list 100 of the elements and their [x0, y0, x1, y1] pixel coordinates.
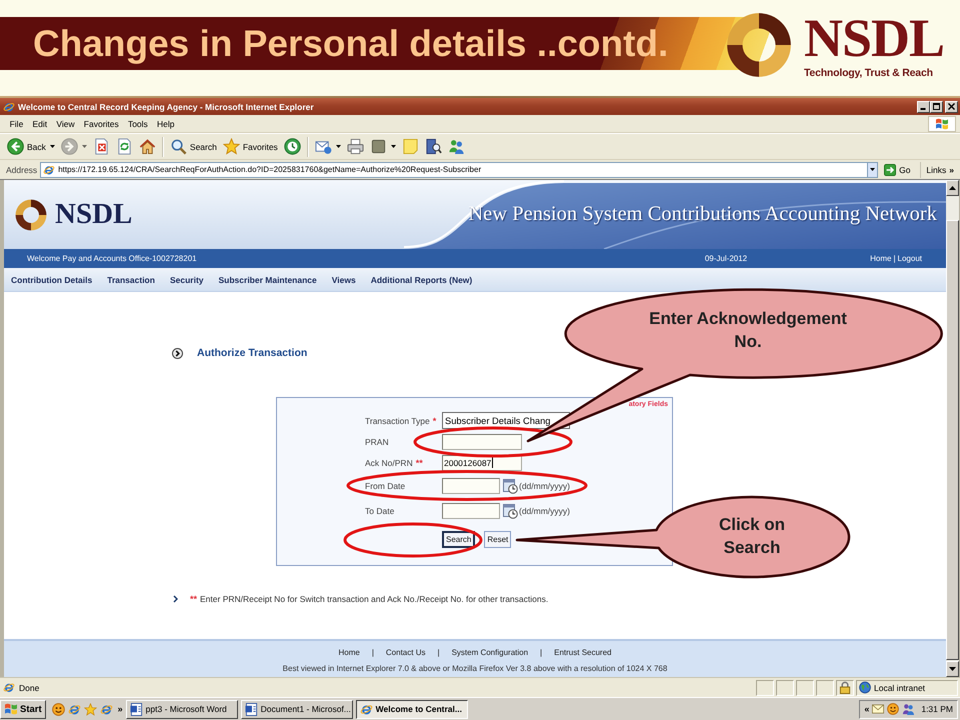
go-button[interactable]: Go	[881, 162, 914, 178]
callout-text: Enter Acknowledgement No.	[648, 308, 848, 353]
printer-icon	[346, 138, 364, 155]
menu-item[interactable]: File	[5, 118, 28, 128]
people-icon	[448, 138, 465, 155]
callout-text: Click on Search	[718, 514, 786, 559]
more-chevron[interactable]: »	[118, 704, 123, 714]
book-icon	[424, 138, 442, 155]
nav-item[interactable]: Security	[170, 274, 204, 284]
clock-icon	[284, 138, 301, 155]
links-button[interactable]: Links »	[920, 162, 957, 178]
date-text: 09-Jul-2012	[704, 254, 748, 263]
required-marker: **	[190, 594, 198, 604]
toolbar-button[interactable]: Favorites	[220, 136, 281, 158]
form-button[interactable]: Reset	[484, 531, 512, 548]
nav-item[interactable]: Contribution Details	[11, 274, 92, 284]
field-label: From Date	[365, 480, 406, 490]
people-icon	[902, 703, 914, 715]
smiley-icon	[887, 703, 900, 715]
site-brand: NSDL	[55, 198, 132, 231]
clock: 1:31 PM	[921, 704, 953, 714]
menu-item[interactable]: Favorites	[79, 118, 124, 128]
footer-link[interactable]: System Configuration	[452, 648, 528, 657]
footer-link[interactable]: Home	[338, 648, 360, 657]
envelope-icon	[872, 703, 884, 715]
toolbar-button[interactable]: Search	[166, 136, 220, 158]
nav-item[interactable]: Additional Reports (New)	[370, 274, 472, 284]
browser-icon	[100, 702, 113, 716]
close-icon	[948, 103, 955, 110]
taskbar-button[interactable]: ppt3 - Microsoft Word	[126, 700, 238, 718]
logo-icon	[726, 12, 792, 78]
dropdown-button[interactable]	[867, 162, 878, 178]
link-separator: |	[372, 648, 374, 657]
menu-item[interactable]: Tools	[123, 118, 152, 128]
close-button[interactable]	[945, 100, 958, 112]
browser-notice: Best viewed in Internet Explorer 7.0 & above or Mozilla Firefox Ver 3.8 above with a resolution of 1024 X 768	[282, 664, 668, 673]
maximize-button[interactable]	[930, 100, 943, 112]
caret-icon	[82, 145, 87, 148]
address-field[interactable]: https://172.19.65.124/CRA/SearchReqForAuthAction.do?ID=2025831760&getName=Authorize%20Request-Subscriber	[40, 162, 868, 178]
down-arrow-icon	[949, 667, 956, 671]
square-icon	[370, 138, 387, 155]
menu-item[interactable]: View	[52, 118, 80, 128]
brand-tagline: Technology, Trust & Reach	[804, 67, 933, 79]
menu-item[interactable]: Help	[152, 118, 180, 128]
nav-item[interactable]: Views	[332, 274, 356, 284]
tray-chevron[interactable]: «	[864, 704, 870, 714]
browser-icon	[43, 164, 56, 176]
field-label: Ack No/PRN	[365, 458, 413, 468]
field-label: PRAN	[365, 436, 389, 446]
toolbar-button[interactable]: Back	[4, 136, 58, 158]
address-label: Address	[6, 164, 38, 174]
status-text: Done	[19, 682, 40, 692]
smiley-icon	[52, 702, 65, 716]
welcome-text: Welcome Pay and Accounts Office-1002728201	[27, 254, 198, 263]
search-icon	[170, 138, 187, 155]
required-marker: *	[432, 416, 436, 426]
star-icon	[84, 702, 97, 716]
form-button[interactable]: Search	[442, 531, 476, 548]
date-field[interactable]	[442, 478, 500, 494]
required-marker: **	[416, 458, 423, 468]
start-button[interactable]: Start	[0, 700, 46, 718]
home-icon	[138, 138, 156, 155]
brand-name: NSDL	[804, 14, 944, 62]
footer-link[interactable]: Entrust Secured	[554, 648, 612, 657]
chevron-circle-icon	[172, 348, 183, 358]
footer-link[interactable]: Contact Us	[386, 648, 426, 657]
globe-icon	[859, 681, 871, 694]
scroll-down-button[interactable]	[946, 661, 959, 677]
link-separator: |	[540, 648, 542, 657]
browser-icon	[68, 702, 81, 716]
field-label: To Date	[365, 506, 394, 516]
status-pane	[796, 680, 814, 696]
browser-icon	[360, 702, 373, 716]
up-arrow-icon	[949, 186, 956, 190]
taskbar-button[interactable]: Document1 - Microsof...	[240, 700, 353, 718]
scroll-up-button[interactable]	[946, 180, 959, 196]
nav-item[interactable]: Subscriber Maintenance	[218, 274, 317, 284]
window-title: Welcome to Central Record Keeping Agency - Microsoft Internet Explorer	[18, 102, 315, 112]
link-separator: |	[437, 648, 440, 657]
input-field[interactable]	[442, 434, 522, 450]
calendar-icon[interactable]	[503, 502, 518, 518]
browser-icon	[3, 681, 15, 694]
header-link[interactable]: Logout	[898, 254, 922, 263]
caret-icon	[390, 145, 396, 148]
calendar-icon[interactable]	[503, 478, 518, 494]
link-separator: |	[893, 254, 896, 263]
nav-item[interactable]: Transaction	[107, 274, 155, 284]
lock-icon	[839, 681, 851, 694]
date-field[interactable]	[442, 502, 500, 518]
menu-item[interactable]: Edit	[28, 118, 52, 128]
section-title: Authorize Transaction	[197, 347, 308, 359]
taskbar-button[interactable]: Welcome to Central...	[356, 700, 468, 718]
status-pane	[816, 680, 834, 696]
windows-flag-icon	[4, 703, 18, 715]
header-link[interactable]: Home	[870, 254, 892, 263]
refresh-icon	[116, 138, 133, 155]
caret-icon	[870, 168, 876, 171]
note-icon	[402, 138, 419, 155]
field-label: Transaction Type	[365, 416, 430, 426]
minimize-button[interactable]	[917, 100, 930, 112]
